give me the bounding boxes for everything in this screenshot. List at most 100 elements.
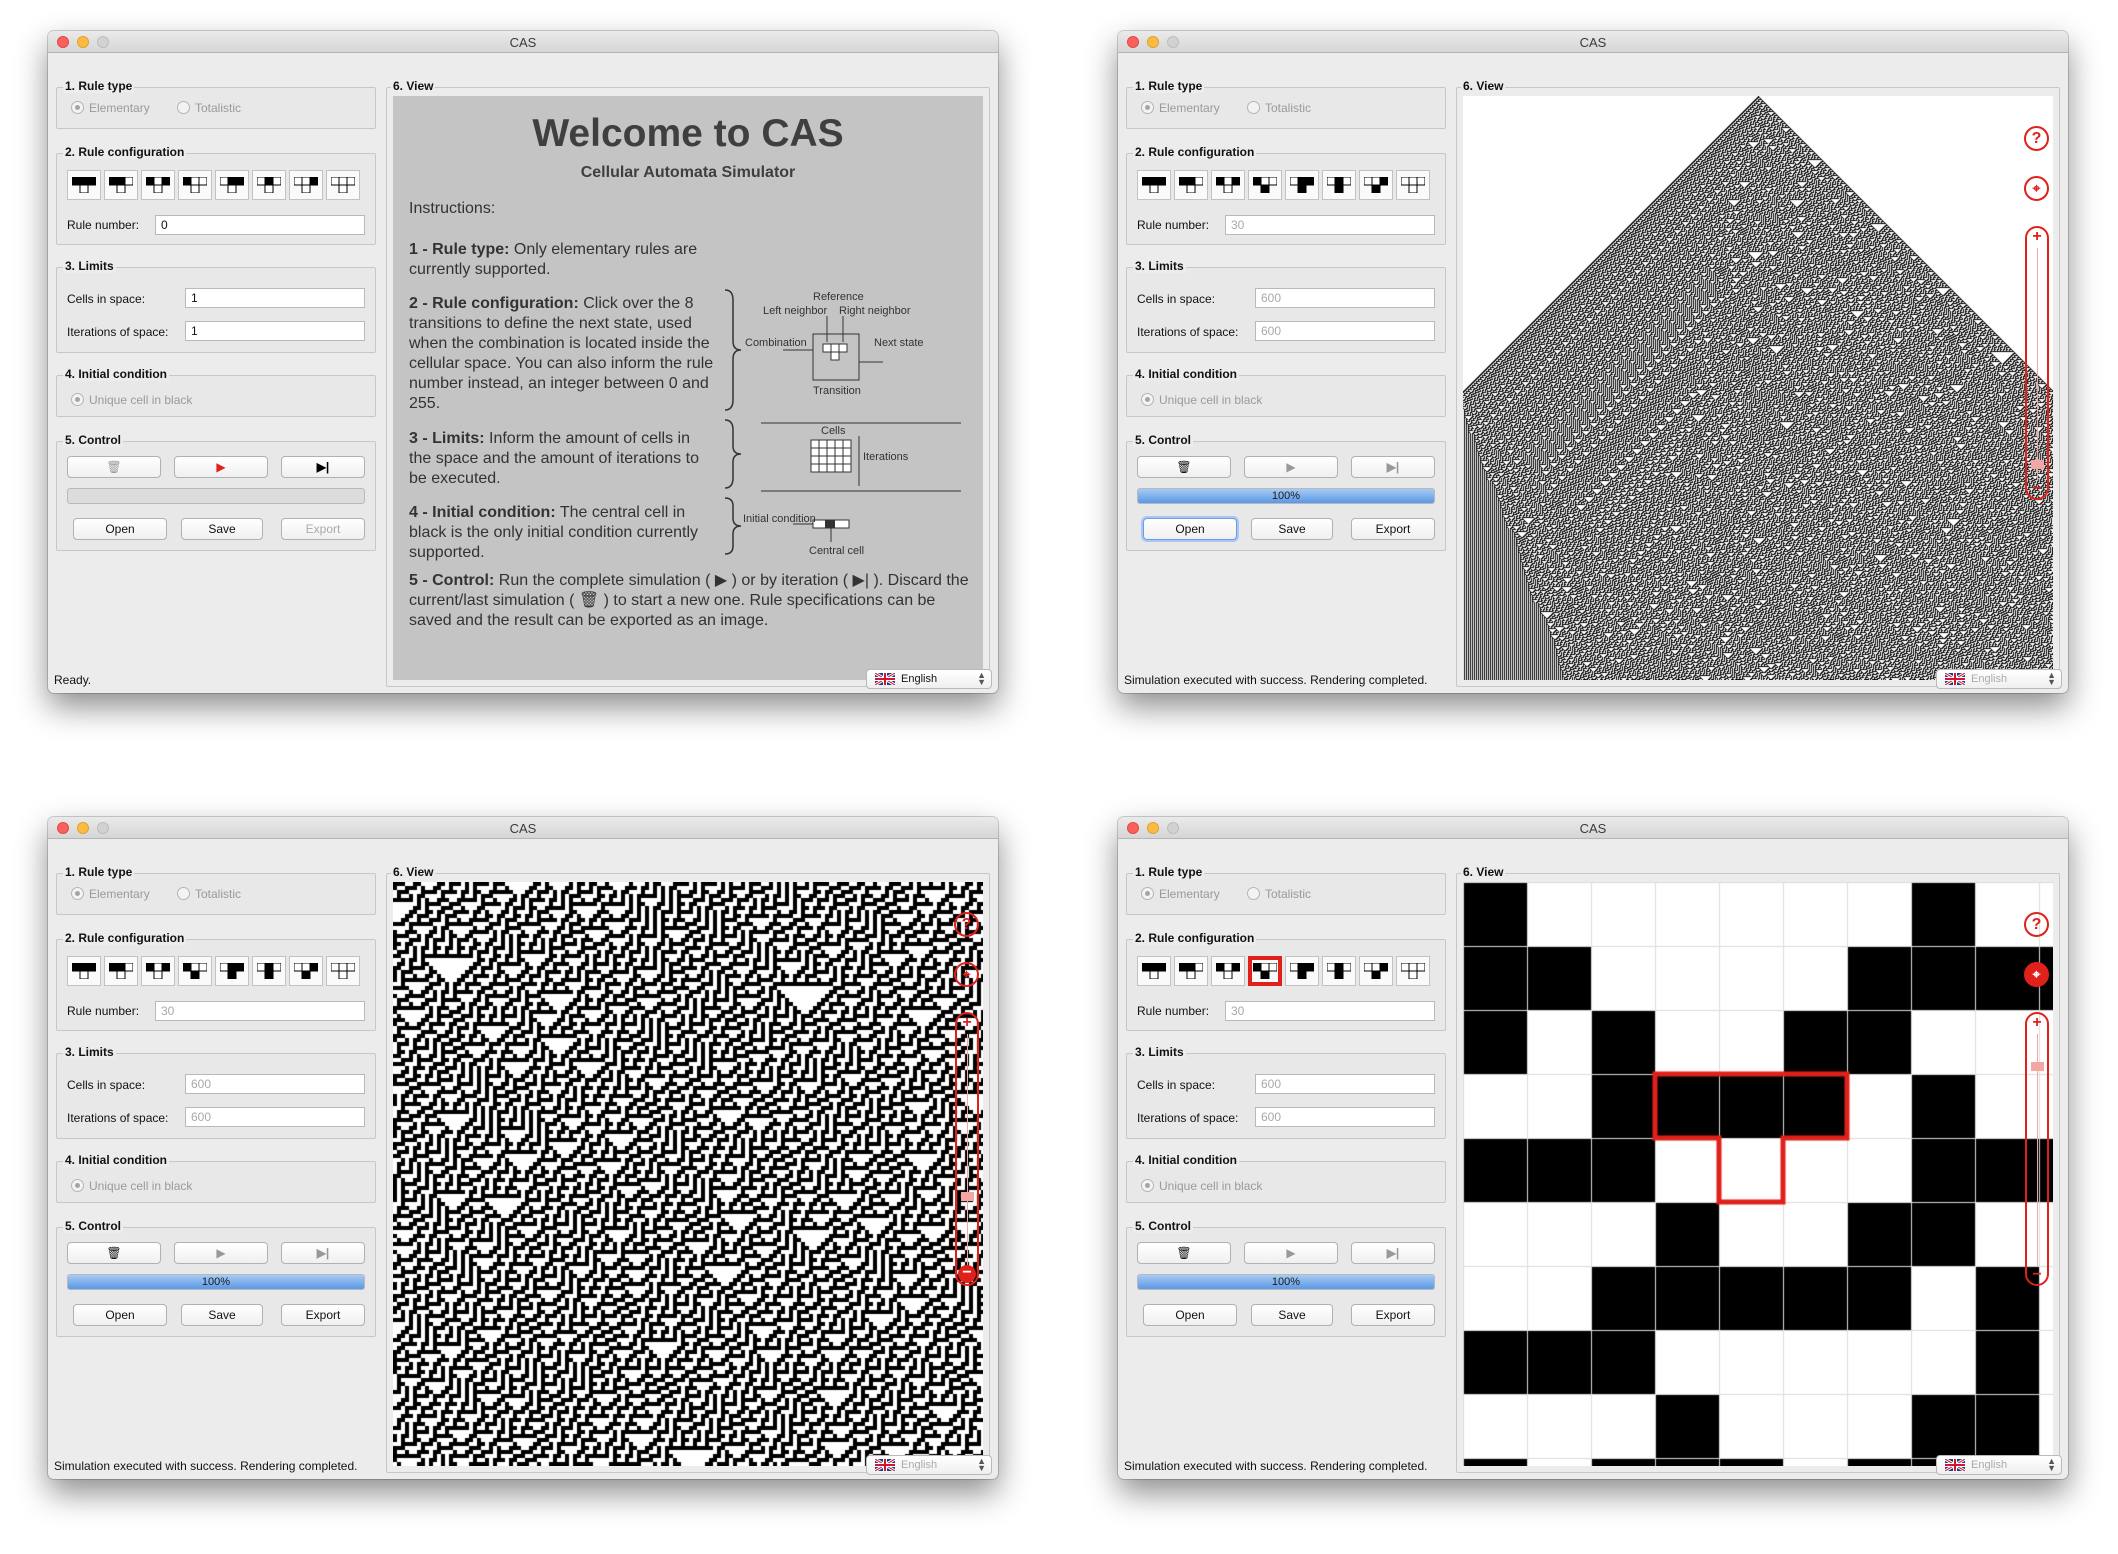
iterations-input[interactable]: 600: [1255, 1107, 1435, 1127]
help-icon[interactable]: ?: [2024, 126, 2049, 151]
totalistic-radio[interactable]: Totalistic: [1247, 887, 1311, 901]
rule-transition-5[interactable]: [1322, 956, 1356, 986]
language-select[interactable]: English ▲ ▼: [866, 1455, 992, 1475]
run-button[interactable]: ▶: [174, 456, 268, 478]
rule-transition-7[interactable]: [1396, 170, 1430, 200]
language-select[interactable]: English ▲ ▼: [1936, 1455, 2062, 1475]
rule-transition-6[interactable]: [1359, 956, 1393, 986]
totalistic-radio[interactable]: Totalistic: [1247, 101, 1311, 115]
rule-transition-4[interactable]: [1285, 170, 1319, 200]
elementary-radio[interactable]: Elementary: [71, 887, 150, 901]
rule-transition-3[interactable]: [1248, 956, 1282, 986]
language-select[interactable]: English ▲ ▼: [1936, 669, 2062, 689]
save-button[interactable]: Save: [1251, 518, 1333, 540]
crosshair-icon[interactable]: ⌖: [2024, 962, 2049, 987]
zoom-knob[interactable]: [961, 1192, 974, 1201]
elementary-radio[interactable]: Elementary: [71, 101, 150, 115]
rule-transition-7[interactable]: [1396, 956, 1430, 986]
save-button[interactable]: Save: [181, 518, 263, 540]
zoom-out-icon[interactable]: −: [958, 1265, 976, 1283]
cells-input[interactable]: 600: [1255, 1074, 1435, 1094]
export-button[interactable]: Export: [1351, 518, 1435, 540]
zoom-out-icon[interactable]: −: [2027, 1267, 2047, 1283]
totalistic-radio[interactable]: Totalistic: [177, 887, 241, 901]
rule-transition-2[interactable]: [141, 170, 175, 200]
zoom-slider[interactable]: + −: [2025, 1012, 2049, 1286]
rule-transition-6[interactable]: [1359, 170, 1393, 200]
totalistic-radio[interactable]: Totalistic: [177, 101, 241, 115]
rule-transition-1[interactable]: [104, 170, 138, 200]
help-icon[interactable]: ?: [2024, 912, 2049, 937]
zoom-in-icon[interactable]: +: [2027, 1015, 2047, 1031]
view-canvas[interactable]: [1463, 882, 2053, 1466]
step-button[interactable]: ▶|: [281, 456, 365, 478]
zoom-out-icon[interactable]: −: [2027, 481, 2047, 497]
elementary-radio[interactable]: Elementary: [1141, 887, 1220, 901]
unique-cell-radio[interactable]: Unique cell in black: [1141, 1179, 1262, 1193]
zoom-slider[interactable]: + −: [955, 1012, 979, 1286]
rule-transition-1[interactable]: [1174, 170, 1208, 200]
rule-transition-0[interactable]: [1137, 170, 1171, 200]
rule-transition-3[interactable]: [178, 956, 212, 986]
zoom-in-icon[interactable]: +: [957, 1015, 977, 1031]
clear-button[interactable]: 🗑: [67, 1242, 161, 1264]
unique-cell-radio[interactable]: Unique cell in black: [71, 393, 192, 407]
run-button[interactable]: ▶: [1244, 1242, 1338, 1264]
crosshair-icon[interactable]: ⌖: [954, 962, 979, 987]
rule-transition-1[interactable]: [104, 956, 138, 986]
export-button[interactable]: Export: [1351, 1304, 1435, 1326]
unique-cell-radio[interactable]: Unique cell in black: [71, 1179, 192, 1193]
rule-transition-0[interactable]: [67, 170, 101, 200]
rule-transition-0[interactable]: [67, 956, 101, 986]
rule-transition-4[interactable]: [215, 956, 249, 986]
open-button[interactable]: Open: [73, 1304, 167, 1326]
rule-number-input[interactable]: 0: [155, 215, 365, 235]
run-button[interactable]: ▶: [1244, 456, 1338, 478]
iterations-input[interactable]: 600: [1255, 321, 1435, 341]
help-icon[interactable]: ?: [954, 912, 979, 937]
save-button[interactable]: Save: [181, 1304, 263, 1326]
run-button[interactable]: ▶: [174, 1242, 268, 1264]
iterations-input[interactable]: 600: [185, 1107, 365, 1127]
rule-transition-1[interactable]: [1174, 956, 1208, 986]
clear-button[interactable]: 🗑: [1137, 1242, 1231, 1264]
rule-transition-5[interactable]: [252, 170, 286, 200]
clear-button[interactable]: 🗑: [67, 456, 161, 478]
step-button[interactable]: ▶|: [281, 1242, 365, 1264]
view-canvas[interactable]: [1463, 96, 2053, 680]
step-button[interactable]: ▶|: [1351, 1242, 1435, 1264]
view-canvas[interactable]: [393, 882, 983, 1466]
rule-transition-2[interactable]: [141, 956, 175, 986]
save-button[interactable]: Save: [1251, 1304, 1333, 1326]
iterations-input[interactable]: 1: [185, 321, 365, 341]
rule-transition-4[interactable]: [1285, 956, 1319, 986]
rule-transition-0[interactable]: [1137, 956, 1171, 986]
clear-button[interactable]: 🗑: [1137, 456, 1231, 478]
step-button[interactable]: ▶|: [1351, 456, 1435, 478]
rule-transition-2[interactable]: [1211, 170, 1245, 200]
rule-transition-7[interactable]: [326, 956, 360, 986]
open-button[interactable]: Open: [1143, 518, 1237, 540]
zoom-knob[interactable]: [2031, 1062, 2044, 1071]
language-select[interactable]: English ▲ ▼: [866, 669, 992, 689]
rule-number-input[interactable]: 30: [1225, 215, 1435, 235]
rule-transition-6[interactable]: [289, 956, 323, 986]
elementary-radio[interactable]: Elementary: [1141, 101, 1220, 115]
open-button[interactable]: Open: [73, 518, 167, 540]
rule-transition-3[interactable]: [178, 170, 212, 200]
rule-number-input[interactable]: 30: [1225, 1001, 1435, 1021]
crosshair-icon[interactable]: ⌖: [2024, 176, 2049, 201]
cells-input[interactable]: 1: [185, 288, 365, 308]
export-button[interactable]: Export: [281, 518, 365, 540]
rule-transition-5[interactable]: [1322, 170, 1356, 200]
rule-transition-5[interactable]: [252, 956, 286, 986]
rule-transition-2[interactable]: [1211, 956, 1245, 986]
rule-number-input[interactable]: 30: [155, 1001, 365, 1021]
cells-input[interactable]: 600: [1255, 288, 1435, 308]
rule-transition-7[interactable]: [326, 170, 360, 200]
zoom-in-icon[interactable]: +: [2027, 229, 2047, 245]
unique-cell-radio[interactable]: Unique cell in black: [1141, 393, 1262, 407]
zoom-knob[interactable]: [2031, 460, 2044, 469]
export-button[interactable]: Export: [281, 1304, 365, 1326]
rule-transition-4[interactable]: [215, 170, 249, 200]
